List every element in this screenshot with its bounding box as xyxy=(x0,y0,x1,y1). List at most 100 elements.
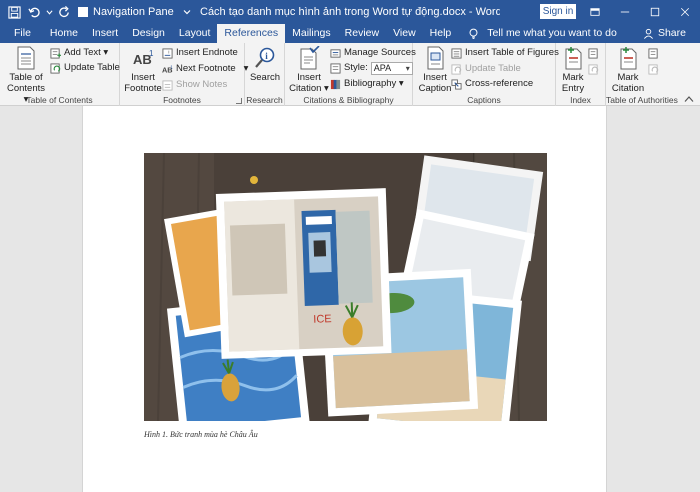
title-bar: Navigation Pane Cách tạo danh mục hình ả… xyxy=(0,0,700,24)
group-label-research: Research xyxy=(246,95,283,105)
add-text-icon xyxy=(50,47,61,59)
next-footnote-button[interactable]: AB 1 Next Footnote ▾ xyxy=(162,62,248,76)
document-page[interactable]: ICE Hình 1. Bức tranh mùa hè Châu Âu xyxy=(82,106,607,492)
insert-footnote-button[interactable]: AB 1 Insert Footnote xyxy=(124,46,162,94)
maximize-icon[interactable] xyxy=(640,0,670,24)
svg-text:i: i xyxy=(168,49,169,54)
cross-reference-button[interactable]: Cross-reference xyxy=(451,77,533,91)
navigation-pane-label: Navigation Pane xyxy=(93,6,174,18)
update-table-icon xyxy=(50,62,61,74)
table-of-contents-icon xyxy=(17,46,35,70)
tell-me-search[interactable]: Tell me what you want to do xyxy=(468,24,617,43)
window-controls xyxy=(580,0,700,24)
group-label-toc: Table of Contents xyxy=(26,95,93,105)
tab-file[interactable]: File xyxy=(0,24,43,43)
tab-insert[interactable]: Insert xyxy=(85,24,125,43)
group-captions: Insert Caption Insert Table of Figures U… xyxy=(413,43,559,106)
save-icon[interactable] xyxy=(4,2,24,22)
table-of-contents-label-1: Table of xyxy=(9,72,43,83)
footnote-icon: AB 1 xyxy=(133,49,154,67)
tab-design[interactable]: Design xyxy=(125,24,172,43)
share-button[interactable]: Share xyxy=(643,24,686,43)
group-label-index: Index xyxy=(570,95,591,105)
tab-home[interactable]: Home xyxy=(43,24,85,43)
group-citations-bibliography: Insert Citation ▾ Manage Sources Style: … xyxy=(285,43,416,106)
group-research: i Search Research xyxy=(245,43,285,106)
svg-text:1: 1 xyxy=(170,64,173,69)
minimize-icon[interactable] xyxy=(610,0,640,24)
navigation-pane-checkbox[interactable] xyxy=(78,7,88,17)
lightbulb-icon xyxy=(469,28,478,39)
search-button[interactable]: i Search xyxy=(247,46,283,83)
group-label-citations: Citations & Bibliography xyxy=(303,95,394,105)
cross-reference-icon xyxy=(451,78,462,90)
person-icon xyxy=(643,28,653,39)
bibliography-icon xyxy=(330,79,341,89)
insert-index-button[interactable] xyxy=(588,46,602,60)
insert-table-of-figures-button[interactable]: Insert Table of Figures xyxy=(451,46,559,60)
navigation-pane-toggle[interactable]: Navigation Pane xyxy=(78,6,174,18)
collapse-ribbon-icon[interactable] xyxy=(684,95,694,103)
style-selector[interactable]: Style: APA xyxy=(330,61,413,75)
close-icon[interactable] xyxy=(670,0,700,24)
mark-entry-icon xyxy=(565,47,582,70)
manage-sources-button[interactable]: Manage Sources xyxy=(330,46,416,60)
tell-me-text: Tell me what you want to do xyxy=(487,27,617,39)
next-footnote-icon: AB1 xyxy=(162,64,173,74)
manage-sources-icon xyxy=(330,48,341,58)
document-canvas[interactable]: ICE Hình 1. Bức tranh mùa hè Châu Âu xyxy=(0,106,700,492)
group-footnotes: AB 1 Insert Footnote i Insert Endnote AB… xyxy=(120,43,248,106)
quick-access-toolbar: Navigation Pane xyxy=(0,0,194,24)
tab-mailings[interactable]: Mailings xyxy=(285,24,338,43)
insert-citation-icon xyxy=(300,46,320,70)
insert-toa-icon xyxy=(648,47,658,59)
insert-index-icon xyxy=(588,47,598,59)
mark-citation-button[interactable]: Mark Citation xyxy=(610,46,646,94)
undo-icon[interactable] xyxy=(24,2,44,22)
inserted-photo[interactable]: ICE xyxy=(144,153,547,421)
insert-caption-button[interactable]: Insert Caption xyxy=(417,46,453,94)
document-title: Cách tạo danh mục hình ảnh trong Word tự… xyxy=(200,6,500,18)
redo-icon[interactable] xyxy=(54,2,74,22)
show-notes-button[interactable]: Show Notes xyxy=(162,78,227,92)
insert-caption-icon xyxy=(427,46,444,70)
update-table-captions-button[interactable]: Update Table xyxy=(451,62,521,76)
customize-qat-icon[interactable] xyxy=(180,2,194,22)
footnotes-dialog-launcher[interactable] xyxy=(236,98,242,104)
tab-review[interactable]: Review xyxy=(338,24,386,43)
insert-table-of-authorities-button[interactable] xyxy=(648,46,662,60)
update-table-figures-icon xyxy=(451,63,462,75)
tab-references[interactable]: References xyxy=(217,24,286,44)
table-of-figures-icon xyxy=(451,47,462,59)
insert-endnote-button[interactable]: i Insert Endnote xyxy=(162,46,238,60)
summer-photos-image: ICE xyxy=(144,153,547,421)
sign-in-button[interactable]: Sign in xyxy=(540,4,576,19)
ribbon-display-options-icon[interactable] xyxy=(580,0,610,24)
update-index-icon xyxy=(588,63,599,75)
endnote-icon: i xyxy=(162,47,173,59)
update-table-of-authorities-button[interactable] xyxy=(648,62,662,76)
update-toa-icon xyxy=(648,63,659,75)
figure-caption[interactable]: Hình 1. Bức tranh mùa hè Châu Âu xyxy=(144,430,258,439)
insert-citation-button[interactable]: Insert Citation ▾ xyxy=(289,46,329,94)
ribbon-tab-bar: File Home Insert Design Layout Reference… xyxy=(0,24,700,44)
add-text-button[interactable]: Add Text ▾ xyxy=(50,46,108,60)
group-label-captions: Captions xyxy=(467,95,501,105)
show-notes-icon xyxy=(162,79,173,91)
style-dropdown[interactable]: APA xyxy=(370,61,413,75)
mark-entry-button[interactable]: Mark Entry xyxy=(558,46,588,94)
tab-layout[interactable]: Layout xyxy=(172,24,218,43)
group-label-authorities: Table of Authorities xyxy=(606,95,678,105)
bibliography-button[interactable]: Bibliography ▾ xyxy=(330,77,404,91)
tab-help[interactable]: Help xyxy=(423,24,459,43)
undo-dropdown-icon[interactable] xyxy=(44,2,54,22)
ribbon: Table of Contents ▾ Add Text ▾ Update Ta… xyxy=(0,43,700,106)
update-table-toc-button[interactable]: Update Table xyxy=(50,61,120,75)
group-table-of-contents: Table of Contents ▾ Add Text ▾ Update Ta… xyxy=(0,43,120,106)
svg-text:ICE: ICE xyxy=(313,313,332,326)
tab-view[interactable]: View xyxy=(386,24,423,43)
update-index-button[interactable] xyxy=(588,62,602,76)
group-label-footnotes: Footnotes xyxy=(163,95,201,105)
group-table-of-authorities: Mark Citation Table of Authorities xyxy=(606,43,678,106)
svg-text:1: 1 xyxy=(149,49,154,58)
